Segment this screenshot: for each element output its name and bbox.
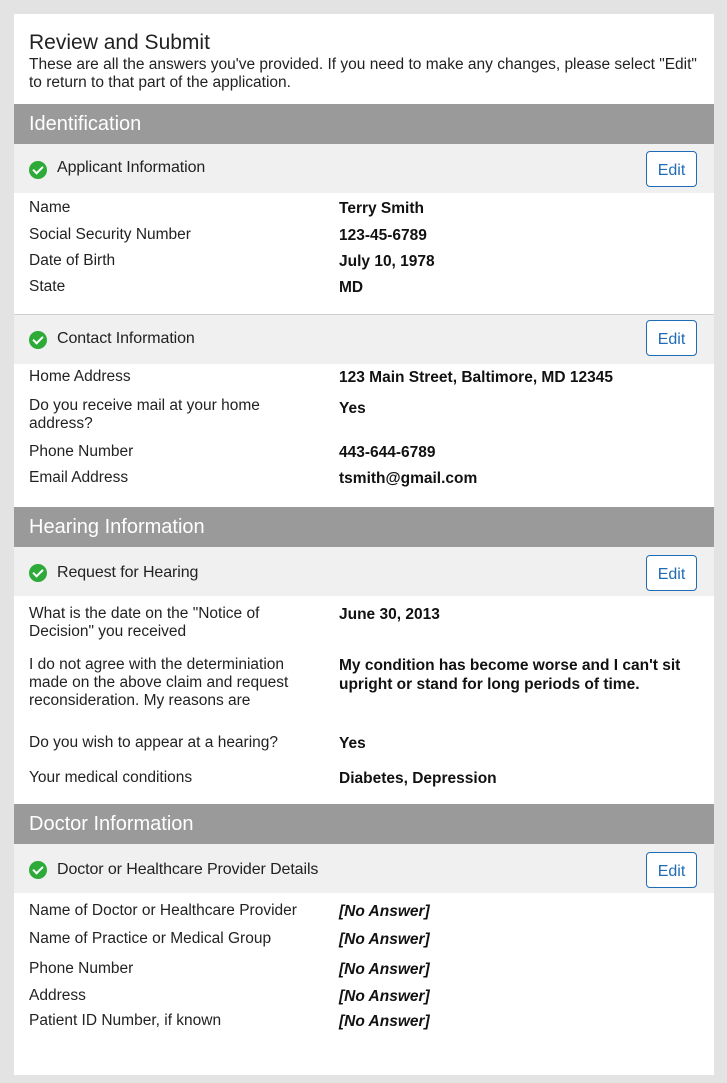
section-title: Doctor Information [29, 813, 194, 835]
subsection-header-request-for-hearing: Request for Hearing Edit [14, 547, 714, 596]
field-value: tsmith@gmail.com [339, 470, 478, 487]
field-value: July 10, 1978 [339, 253, 435, 270]
section-title: Identification [29, 113, 142, 135]
field-label: I do not agree with the determiniation m… [29, 656, 289, 709]
field-label: Phone Number [29, 443, 134, 460]
field-label: Address [29, 987, 86, 1004]
field-label: State [29, 278, 66, 295]
field-value: Terry Smith [339, 200, 424, 217]
field-label: Name of Doctor or Healthcare Provider [29, 902, 297, 919]
subsection-header-contact-information: Contact Information Edit [14, 314, 714, 364]
field-value: [No Answer] [339, 1013, 430, 1030]
intro: Review and Submit These are all the answ… [29, 31, 699, 92]
field-label: Email Address [29, 469, 129, 486]
subsection-title: Contact Information [57, 330, 195, 347]
field-label: What is the date on the "Notice of Decis… [29, 605, 260, 640]
field-value: [No Answer] [339, 931, 430, 948]
checkmark-icon [29, 861, 47, 879]
field-value: June 30, 2013 [339, 606, 440, 623]
field-value: Yes [339, 400, 366, 417]
checkmark-icon [29, 564, 47, 582]
edit-applicant-information-button[interactable]: Edit [646, 151, 697, 187]
section-header-hearing-information: Hearing Information [14, 507, 714, 547]
field-value: [No Answer] [339, 903, 430, 920]
field-value: MD [339, 279, 364, 296]
field-label: Name of Practice or Medical Group [29, 930, 272, 947]
edit-doctor-details-button[interactable]: Edit [646, 852, 697, 888]
subsection-title: Doctor or Healthcare Provider Details [57, 861, 319, 878]
subsection-title: Request for Hearing [57, 564, 199, 581]
field-label: Do you receive mail at your home address… [29, 397, 260, 432]
section-header-identification: Identification [14, 104, 714, 144]
review-card: Review and Submit These are all the answ… [14, 14, 714, 1075]
section-title: Hearing Information [29, 516, 205, 538]
field-value: 443-644-6789 [339, 444, 436, 461]
subsection-title: Applicant Information [57, 159, 206, 176]
field-value: 123 Main Street, Baltimore, MD 12345 [339, 369, 613, 386]
field-label: Do you wish to appear at a hearing? [29, 734, 279, 751]
field-value: Diabetes, Depression [339, 770, 497, 787]
page-description: These are all the answers you've provide… [29, 56, 697, 91]
field-label: Patient ID Number, if known [29, 1012, 222, 1029]
page-title: Review and Submit [29, 31, 210, 54]
checkmark-icon [29, 331, 47, 349]
edit-request-for-hearing-button[interactable]: Edit [646, 555, 697, 591]
field-value: [No Answer] [339, 961, 430, 978]
field-value: Yes [339, 735, 366, 752]
field-label: Home Address [29, 368, 131, 385]
field-value: [No Answer] [339, 988, 430, 1005]
field-label: Social Security Number [29, 226, 191, 243]
field-value: My condition has become worse and I can'… [339, 657, 681, 693]
subsection-header-applicant-information: Applicant Information Edit [14, 144, 714, 193]
edit-contact-information-button[interactable]: Edit [646, 320, 697, 356]
field-value: 123-45-6789 [339, 227, 427, 244]
field-label: Phone Number [29, 960, 134, 977]
field-label: Date of Birth [29, 252, 116, 269]
section-header-doctor-information: Doctor Information [14, 804, 714, 844]
checkmark-icon [29, 161, 47, 179]
subsection-header-doctor-details: Doctor or Healthcare Provider Details Ed… [14, 844, 714, 893]
field-label: Your medical conditions [29, 769, 193, 786]
field-label: Name [29, 199, 71, 216]
